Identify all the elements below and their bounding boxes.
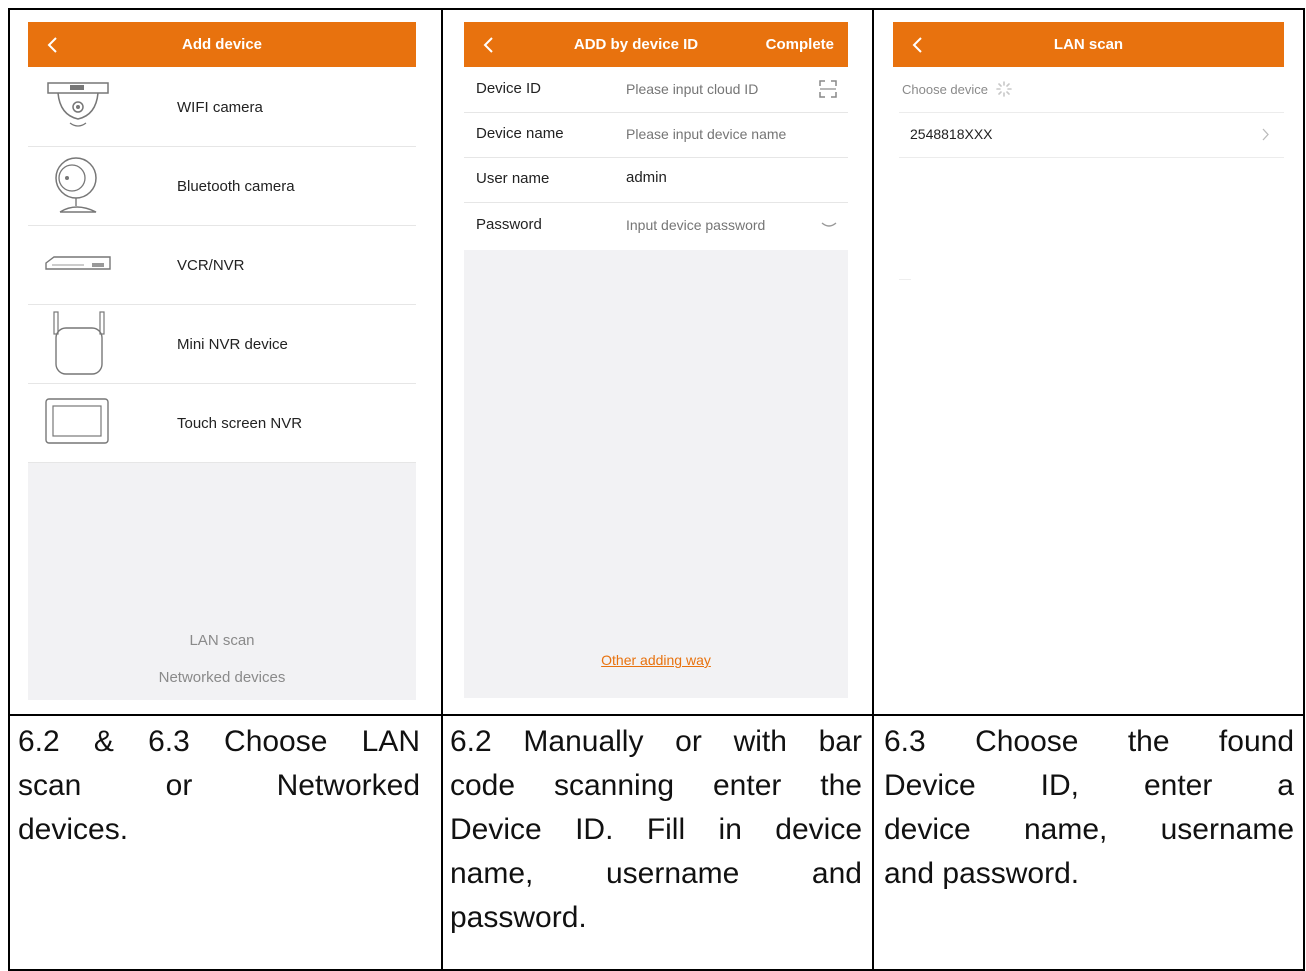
- device-name-input[interactable]: [626, 124, 836, 144]
- touch-screen-nvr-icon: [45, 398, 109, 444]
- device-label: Bluetooth camera: [177, 178, 295, 195]
- table-border-right: [1303, 8, 1305, 971]
- device-label: WIFI camera: [177, 99, 263, 116]
- lan-scan-screen: LAN scan Choose device 2548818XXX: [893, 22, 1284, 342]
- choose-device-header: Choose device: [902, 81, 1012, 103]
- form-gray-panel: Other adding way: [464, 250, 848, 698]
- device-id-input[interactable]: [626, 79, 806, 99]
- caption-line: Device ID. Fill in device: [450, 813, 862, 846]
- add-device-nav-bar: Add device: [28, 22, 416, 67]
- caption-line: Device ID, enter a: [884, 769, 1294, 802]
- caption-line: and password.: [884, 857, 1080, 890]
- bottom-gray-panel: LAN scan Networked devices: [28, 463, 416, 700]
- table-border-left: [8, 8, 10, 971]
- device-id-label: Device ID: [476, 80, 542, 97]
- user-name-row: User name admin: [464, 157, 848, 203]
- device-id-row: Device ID: [464, 67, 848, 113]
- lan-scan-link[interactable]: LAN scan: [28, 632, 416, 649]
- found-device-row[interactable]: 2548818XXX: [899, 112, 1284, 158]
- device-label: Touch screen NVR: [177, 415, 303, 432]
- table-border-top: [8, 8, 1305, 10]
- caption-line: name, username and: [450, 857, 862, 890]
- add-by-id-nav-bar: ADD by device ID Complete: [464, 22, 848, 67]
- user-name-input[interactable]: admin: [626, 169, 667, 186]
- mini-nvr-icon: [53, 311, 105, 375]
- password-label: Password: [476, 216, 542, 233]
- caption-line: scan or Networked: [18, 769, 420, 802]
- page-title: Add device: [181, 36, 263, 53]
- scan-code-icon[interactable]: [818, 79, 838, 99]
- user-name-label: User name: [476, 170, 550, 187]
- device-item-vcr-nvr[interactable]: VCR/NVR: [28, 225, 416, 305]
- caption-line: code scanning enter the: [450, 769, 862, 802]
- device-label: VCR/NVR: [177, 257, 245, 274]
- bluetooth-camera-icon: [55, 157, 97, 213]
- password-row: Password: [464, 202, 848, 247]
- table-border-middle: [8, 714, 1305, 716]
- add-by-device-id-screen: ADD by device ID Complete Device ID Devi…: [464, 22, 848, 698]
- device-item-touch-screen-nvr[interactable]: Touch screen NVR: [28, 383, 416, 463]
- device-name-label: Device name: [476, 125, 564, 142]
- document-table: Add device WIFI camera Bluetooth camera: [0, 0, 1306, 971]
- table-divider-1: [441, 8, 443, 971]
- eye-closed-icon[interactable]: [820, 220, 838, 230]
- password-input[interactable]: [626, 215, 806, 235]
- table-divider-2: [872, 8, 874, 971]
- caption-line: 6.2 Manually or with bar: [450, 725, 862, 758]
- found-device-id: 2548818XXX: [910, 126, 993, 142]
- lan-scan-nav-bar: LAN scan: [893, 22, 1284, 67]
- caption-col-3: 6.3 Choose the found Device ID, enter a …: [884, 720, 1294, 896]
- device-item-mini-nvr[interactable]: Mini NVR device: [28, 304, 416, 384]
- caption-line: 6.3 Choose the found: [884, 725, 1294, 758]
- caption-line: device name, username: [884, 813, 1294, 846]
- caption-col-1: 6.2 & 6.3 Choose LAN scan or Networked d…: [18, 720, 420, 852]
- dome-camera-icon: [47, 82, 109, 127]
- page-title: LAN scan: [1053, 36, 1124, 53]
- device-name-row: Device name: [464, 112, 848, 158]
- nvr-box-icon: [45, 256, 111, 270]
- loading-spinner-icon: [995, 81, 1012, 97]
- add-device-screen: Add device WIFI camera Bluetooth camera: [28, 22, 416, 700]
- caption-line: devices.: [18, 813, 129, 846]
- choose-device-label: Choose device: [902, 82, 988, 97]
- device-item-wifi-camera[interactable]: WIFI camera: [28, 67, 416, 147]
- caption-line: password.: [450, 901, 587, 934]
- device-item-bluetooth-camera[interactable]: Bluetooth camera: [28, 146, 416, 226]
- caption-col-2: 6.2 Manually or with bar code scanning e…: [450, 720, 862, 940]
- chevron-right-icon: [1262, 128, 1269, 141]
- complete-button[interactable]: Complete: [766, 22, 834, 67]
- other-adding-way-link[interactable]: Other adding way: [464, 652, 848, 668]
- device-label: Mini NVR device: [177, 336, 288, 353]
- networked-devices-link[interactable]: Networked devices: [28, 669, 416, 686]
- faint-divider: [899, 279, 911, 280]
- caption-line: 6.2 & 6.3 Choose LAN: [18, 725, 420, 758]
